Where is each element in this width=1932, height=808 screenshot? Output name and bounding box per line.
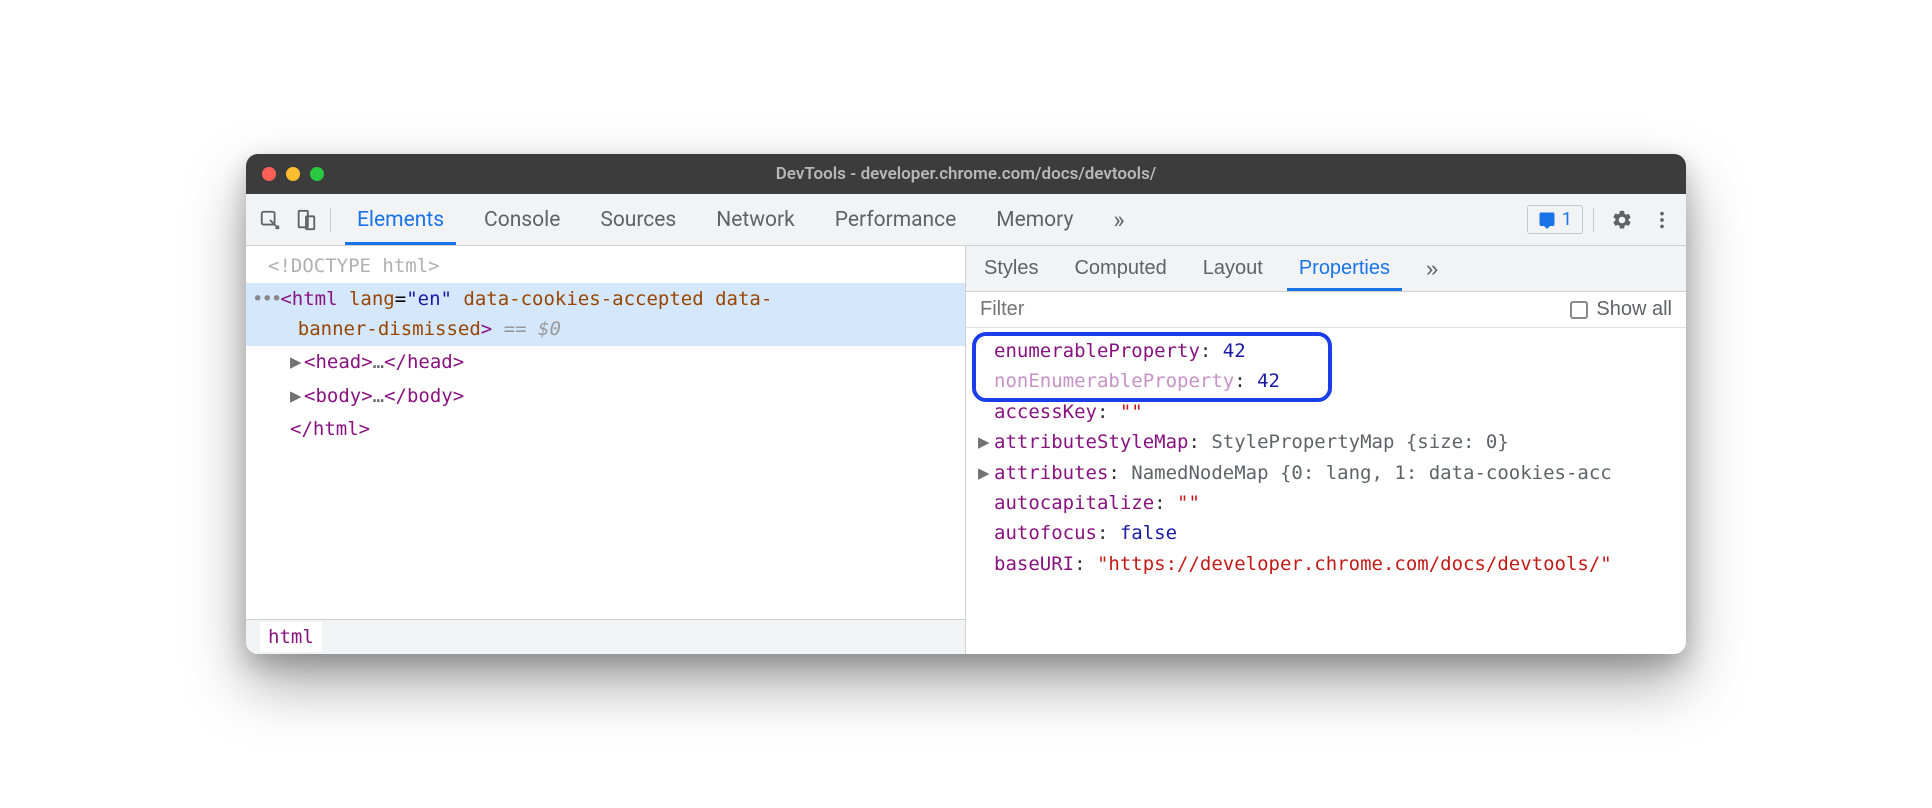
close-window-button[interactable] [262,167,276,181]
device-toggle-icon[interactable] [288,202,324,238]
property-name: autocapitalize [994,492,1154,514]
dom-html-close[interactable]: </html> [246,413,965,446]
property-row[interactable]: autocapitalize: "" [972,488,1680,518]
property-value: StylePropertyMap {size: 0} [1211,431,1508,453]
selected-node-indicator: == $0 [492,318,561,340]
property-row[interactable]: ▶attributes: NamedNodeMap {0: lang, 1: d… [972,458,1680,488]
more-menu-icon[interactable] [1644,202,1680,238]
expand-arrow-icon[interactable]: ▶ [290,382,304,411]
property-value: 42 [1257,370,1280,392]
property-name: baseURI [994,553,1074,575]
tabs-overflow-icon[interactable]: » [1093,194,1144,245]
side-tab-properties[interactable]: Properties [1281,246,1408,291]
dom-head-element[interactable]: ▶<head>…</head> [246,346,965,379]
side-tab-layout[interactable]: Layout [1185,246,1281,291]
toolbar-separator [1593,208,1594,232]
inspect-element-icon[interactable] [252,202,288,238]
filter-row: Show all [966,292,1686,328]
property-row[interactable]: baseURI: "https://developer.chrome.com/d… [972,549,1680,579]
breadcrumb: html [246,619,965,654]
property-name: accessKey [994,401,1097,423]
dom-html-element[interactable]: •••<html lang="en" data-cookies-accepted… [246,283,965,346]
dom-body-element[interactable]: ▶<body>…</body> [246,380,965,413]
tab-label: Performance [835,208,956,232]
main-toolbar: Elements Console Sources Network Perform… [246,194,1686,246]
property-name: attributeStyleMap [994,431,1188,453]
devtools-window: DevTools - developer.chrome.com/docs/dev… [246,154,1686,654]
tab-elements[interactable]: Elements [337,194,464,245]
property-name: attributes [994,462,1108,484]
issues-badge[interactable]: 1 [1527,205,1583,234]
filter-input[interactable] [980,298,1570,321]
properties-list[interactable]: enumerableProperty: 42nonEnumerablePrope… [966,328,1686,654]
property-row[interactable]: nonEnumerableProperty: 42 [972,366,1680,396]
side-tab-computed[interactable]: Computed [1056,246,1184,291]
tab-sources[interactable]: Sources [580,194,696,245]
issues-count: 1 [1562,209,1572,230]
toolbar-separator [330,208,331,232]
expand-arrow-icon[interactable]: ▶ [290,348,304,377]
property-value: "" [1177,492,1200,514]
tab-console[interactable]: Console [464,194,580,245]
property-row[interactable]: enumerableProperty: 42 [972,336,1680,366]
property-name: enumerableProperty [994,340,1200,362]
tab-label: Network [716,208,795,232]
expand-arrow-icon[interactable]: ▶ [978,458,989,488]
tab-memory[interactable]: Memory [976,194,1093,245]
dom-panel: <!DOCTYPE html> •••<html lang="en" data-… [246,246,966,654]
collapsed-indicator-icon: ••• [252,288,280,310]
property-row[interactable]: accessKey: "" [972,397,1680,427]
property-row[interactable]: autofocus: false [972,518,1680,548]
side-tabs-overflow-icon[interactable]: » [1408,246,1456,291]
maximize-window-button[interactable] [310,167,324,181]
tab-label: Elements [357,208,444,232]
tab-label: Memory [996,208,1073,232]
property-value: "" [1120,401,1143,423]
minimize-window-button[interactable] [286,167,300,181]
tab-label: Sources [600,208,676,232]
show-all-label: Show all [1596,298,1672,321]
toolbar-right: 1 [1527,202,1680,238]
traffic-lights [262,167,324,181]
side-panel: Styles Computed Layout Properties » Show… [966,246,1686,654]
side-tabs: Styles Computed Layout Properties » [966,246,1686,292]
property-value: 42 [1223,340,1246,362]
property-value: false [1120,522,1177,544]
titlebar: DevTools - developer.chrome.com/docs/dev… [246,154,1686,194]
window-title: DevTools - developer.chrome.com/docs/dev… [246,164,1686,184]
side-tab-styles[interactable]: Styles [966,246,1056,291]
issues-icon [1538,211,1556,229]
tab-performance[interactable]: Performance [815,194,976,245]
dom-doctype[interactable]: <!DOCTYPE html> [246,250,965,283]
dom-tree[interactable]: <!DOCTYPE html> •••<html lang="en" data-… [246,246,965,619]
expand-arrow-icon[interactable]: ▶ [978,427,989,457]
property-row[interactable]: ▶attributeStyleMap: StylePropertyMap {si… [972,427,1680,457]
property-name: autofocus [994,522,1097,544]
property-value: "https://developer.chrome.com/docs/devto… [1097,553,1612,575]
show-all-toggle[interactable]: Show all [1570,298,1672,321]
property-value: NamedNodeMap {0: lang, 1: data-cookies-a… [1131,462,1611,484]
content-area: <!DOCTYPE html> •••<html lang="en" data-… [246,246,1686,654]
main-tabs: Elements Console Sources Network Perform… [337,194,1527,245]
settings-icon[interactable] [1604,202,1640,238]
tab-network[interactable]: Network [696,194,815,245]
breadcrumb-item[interactable]: html [260,622,322,652]
tab-label: Console [484,208,560,232]
property-name: nonEnumerableProperty [994,370,1234,392]
checkbox-icon[interactable] [1570,301,1588,319]
